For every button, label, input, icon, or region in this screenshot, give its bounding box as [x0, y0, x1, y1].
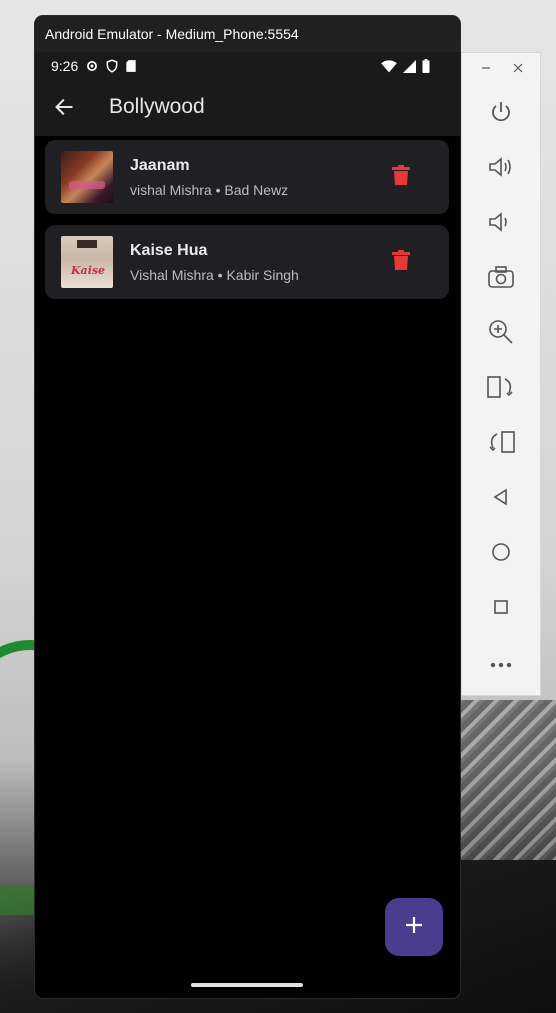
camera-icon — [488, 265, 514, 294]
power-button[interactable] — [486, 99, 516, 129]
back-nav-button[interactable] — [486, 484, 516, 514]
settings-gear-icon — [85, 59, 99, 76]
delete-button[interactable] — [389, 164, 413, 190]
home-circle-icon — [491, 542, 511, 567]
back-button[interactable] — [51, 96, 77, 122]
shield-icon — [105, 59, 119, 76]
zoom-button[interactable] — [486, 319, 516, 349]
home-button[interactable] — [486, 539, 516, 569]
signal-icon — [403, 59, 416, 76]
volume-up-button[interactable] — [486, 154, 516, 184]
song-list-item[interactable]: Jaanam vishal Mishra • Bad Newz — [45, 140, 449, 214]
power-icon — [489, 100, 513, 129]
song-list-item[interactable]: Kaise Kaise Hua Vishal Mishra • Kabir Si… — [45, 225, 449, 299]
rotate-right-button[interactable] — [486, 429, 516, 459]
close-button[interactable] — [511, 61, 525, 75]
window-title: Android Emulator - Medium_Phone:5554 — [35, 16, 460, 52]
add-song-button[interactable] — [385, 898, 443, 956]
zoom-icon — [488, 319, 514, 350]
song-title: Kaise Hua — [130, 242, 208, 259]
emulator-side-toolbar — [461, 52, 541, 696]
song-title: Jaanam — [130, 157, 190, 174]
overview-button[interactable] — [486, 594, 516, 624]
app-bar: Bollywood — [35, 82, 460, 136]
trash-icon — [392, 164, 410, 190]
sd-card-icon — [125, 59, 137, 76]
volume-down-button[interactable] — [486, 209, 516, 239]
trash-icon — [392, 249, 410, 275]
page-title: Bollywood — [109, 95, 205, 118]
album-art-thumbnail: Kaise — [61, 236, 113, 288]
rotate-left-button[interactable] — [486, 374, 516, 404]
battery-icon — [422, 59, 430, 76]
more-button[interactable] — [486, 649, 516, 679]
volume-up-icon — [488, 155, 514, 184]
rotate-left-icon — [487, 375, 515, 404]
wallpaper-green-patch — [0, 885, 40, 915]
back-triangle-icon — [492, 488, 510, 511]
status-time: 9:26 — [51, 58, 79, 74]
emulator-window: Android Emulator - Medium_Phone:5554 9:2… — [35, 16, 460, 998]
song-subtitle: Vishal Mishra • Kabir Singh — [130, 267, 299, 283]
overview-square-icon — [493, 599, 509, 620]
gesture-nav-handle[interactable] — [191, 983, 303, 987]
album-art-thumbnail — [61, 151, 113, 203]
volume-down-icon — [488, 210, 514, 239]
wifi-icon — [381, 59, 397, 76]
rotate-right-icon — [487, 430, 515, 459]
more-dots-icon — [490, 655, 512, 673]
song-subtitle: vishal Mishra • Bad Newz — [130, 182, 289, 198]
plus-icon — [405, 916, 423, 939]
screenshot-button[interactable] — [486, 264, 516, 294]
minimize-button[interactable] — [479, 61, 493, 75]
status-bar: 9:26 — [35, 52, 460, 82]
delete-button[interactable] — [389, 249, 413, 275]
arrow-back-icon — [54, 97, 74, 122]
